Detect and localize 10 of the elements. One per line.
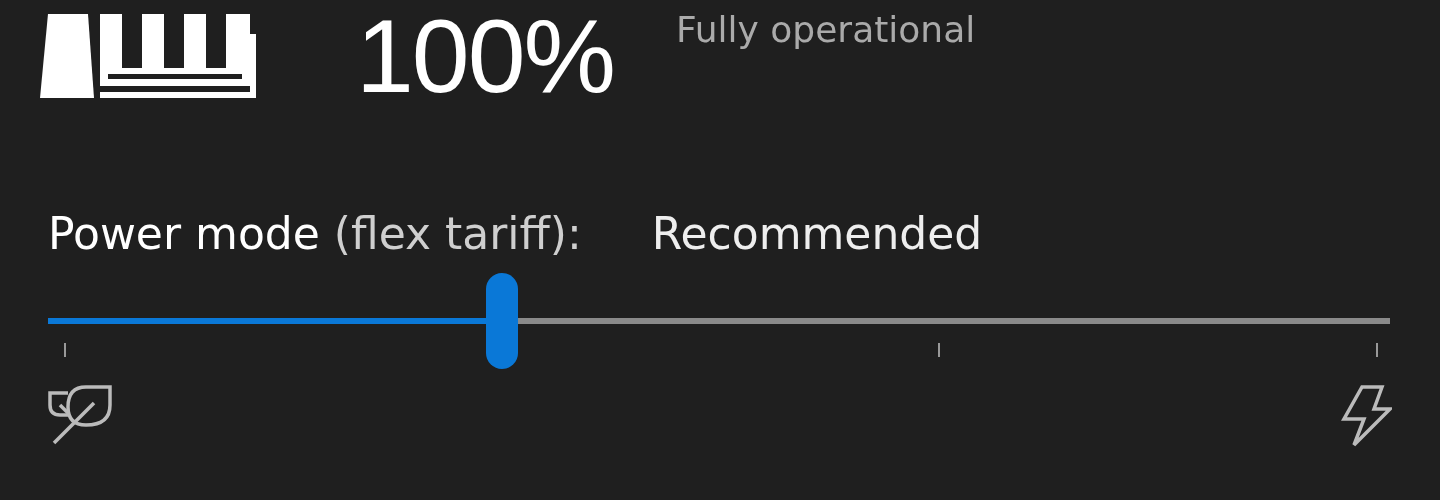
power-mode-label: Power mode bbox=[48, 208, 320, 261]
mode-value: Recommended bbox=[651, 208, 983, 261]
status-text: Fully operational bbox=[676, 8, 976, 52]
power-mode-slider[interactable] bbox=[48, 272, 1390, 369]
slider-thumb[interactable] bbox=[485, 272, 518, 369]
leaf-icon bbox=[48, 384, 112, 445]
lightning-icon bbox=[1340, 384, 1392, 447]
percentage-value: 100% bbox=[356, 4, 614, 108]
tariff-label: (flex tariff): bbox=[333, 208, 582, 261]
factory-icon bbox=[40, 14, 256, 98]
